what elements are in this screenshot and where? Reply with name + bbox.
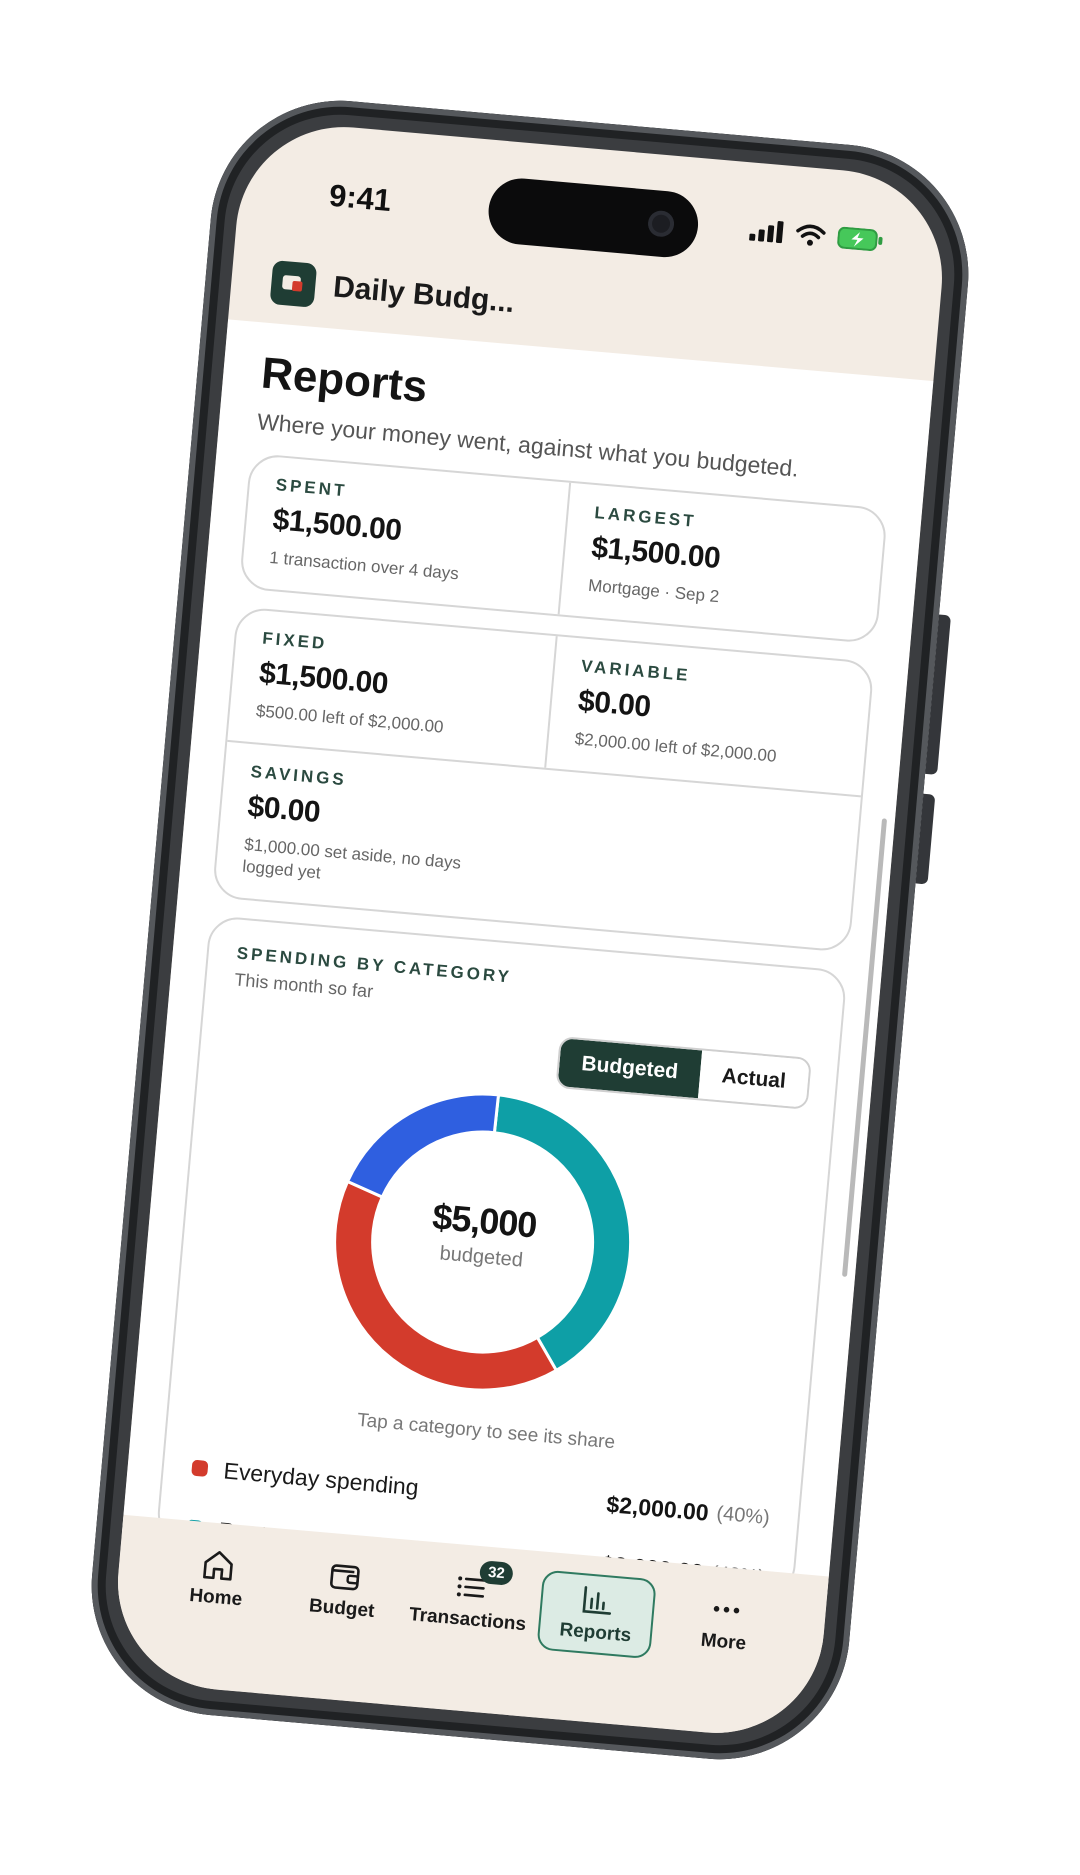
toggle-actual[interactable]: Actual [697,1050,810,1108]
tab-label: Transactions [408,1604,527,1636]
phone-device: 9:41 Daily Budg... Reports Where your mo… [80,89,980,1771]
tab-budget[interactable]: Budget [286,1548,402,1625]
spent-stat: SPENT $1,500.00 1 transaction over 4 day… [241,455,569,614]
status-icons [749,219,884,253]
buckets-card: FIXED $1,500.00 $500.00 left of $2,000.0… [211,606,875,953]
camera-icon [646,209,676,238]
savings-stat: SAVINGS $0.00 $1,000.00 set aside, no da… [214,742,544,923]
donut-slice-other[interactable] [345,1082,501,1206]
home-icon [203,1551,234,1581]
empty-cell [531,770,861,951]
tab-more[interactable]: More [668,1581,784,1658]
tab-home[interactable]: Home [160,1537,276,1614]
reports-content: Reports Where your money went, against w… [121,319,934,1595]
bar-chart-icon [582,1586,612,1615]
phone-screen: 9:41 Daily Budg... Reports Where your mo… [109,118,951,1742]
budget-actual-toggle[interactable]: Budgeted Actual [555,1036,812,1110]
tab-transactions[interactable]: 32 Transactions [408,1559,528,1636]
battery-charging-icon [837,226,883,252]
toggle-budgeted[interactable]: Budgeted [557,1038,702,1099]
more-icon [713,1606,740,1614]
transactions-badge: 32 [479,1560,514,1586]
app-logo-icon [269,260,318,308]
status-time: 9:41 [327,177,393,219]
tab-label: Reports [558,1619,633,1647]
dynamic-island [485,175,701,260]
tab-reports[interactable]: Reports [536,1569,658,1660]
category-card: SPENDING BY CATEGORY This month so far B… [155,915,848,1595]
wallet-icon [329,1564,360,1591]
largest-stat: LARGEST $1,500.00 Mortgage · Sep 2 [557,482,886,642]
donut-chart: $5,000 budgeted [320,1080,645,1405]
legend-amount: $2,000.00 [605,1490,710,1526]
stage: 9:41 Daily Budg... Reports Where your mo… [0,0,1080,1875]
signal-icon [749,221,784,244]
wifi-icon [796,224,826,246]
tab-label: Budget [308,1595,376,1622]
legend-percent: (40%) [715,1502,771,1529]
variable-stat: VARIABLE $0.00 $2,000.00 left of $2,000.… [544,636,873,796]
tab-label: Home [188,1584,244,1611]
fixed-stat: FIXED $1,500.00 $500.00 left of $2,000.0… [227,608,555,767]
savings-note: $1,000.00 set aside, no days logged yet [241,834,462,883]
tab-label: More [699,1629,747,1655]
legend-dot [191,1459,209,1477]
app-title: Daily Budg... [331,270,516,320]
